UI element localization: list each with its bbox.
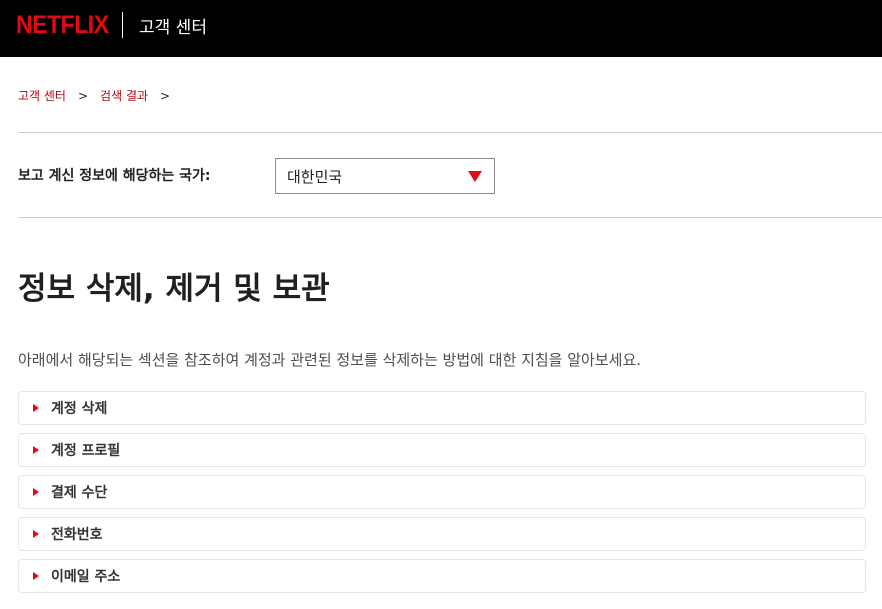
top-bar: NETFLIX 고객 센터 (0, 0, 882, 57)
accordion-label: 계정 프로필 (51, 443, 121, 459)
breadcrumb-separator: > (160, 88, 171, 103)
breadcrumb-search-results[interactable]: 검색 결과 (100, 87, 148, 104)
accordion-label: 계정 삭제 (51, 401, 108, 417)
divider (18, 217, 882, 218)
accordion-item-email-address[interactable]: 이메일 주소 (18, 559, 866, 593)
triangle-right-icon (33, 404, 39, 412)
country-selected-value: 대한민국 (287, 167, 343, 186)
accordion-label: 이메일 주소 (51, 569, 121, 585)
country-label: 보고 계신 정보에 해당하는 국가: (18, 168, 211, 184)
accordion-item-phone-number[interactable]: 전화번호 (18, 517, 866, 551)
breadcrumb-separator: > (77, 88, 89, 103)
accordion-label: 전화번호 (51, 527, 103, 543)
netflix-logo[interactable]: NETFLIX (16, 11, 109, 40)
breadcrumb-help-center[interactable]: 고객 센터 (18, 87, 66, 104)
triangle-right-icon (33, 446, 39, 454)
accordion-item-account-profile[interactable]: 계정 프로필 (18, 433, 866, 467)
triangle-right-icon (33, 572, 39, 580)
accordion-list: 계정 삭제 계정 프로필 결제 수단 전화번호 이메일 주소 (18, 391, 866, 601)
header-divider (122, 12, 123, 38)
help-center-title[interactable]: 고객 센터 (139, 13, 207, 38)
page-title: 정보 삭제, 제거 및 보관 (18, 271, 330, 307)
breadcrumb: 고객 센터 > 검색 결과 > (18, 87, 182, 104)
accordion-label: 결제 수단 (51, 485, 108, 501)
divider (18, 132, 882, 133)
accordion-item-delete-account[interactable]: 계정 삭제 (18, 391, 866, 425)
caret-down-icon (468, 171, 482, 182)
triangle-right-icon (33, 530, 39, 538)
country-select[interactable]: 대한민국 (275, 158, 495, 194)
intro-text: 아래에서 해당되는 섹션을 참조하여 계정과 관련된 정보를 삭제하는 방법에 … (18, 351, 642, 369)
accordion-item-payment-method[interactable]: 결제 수단 (18, 475, 866, 509)
triangle-right-icon (33, 488, 39, 496)
